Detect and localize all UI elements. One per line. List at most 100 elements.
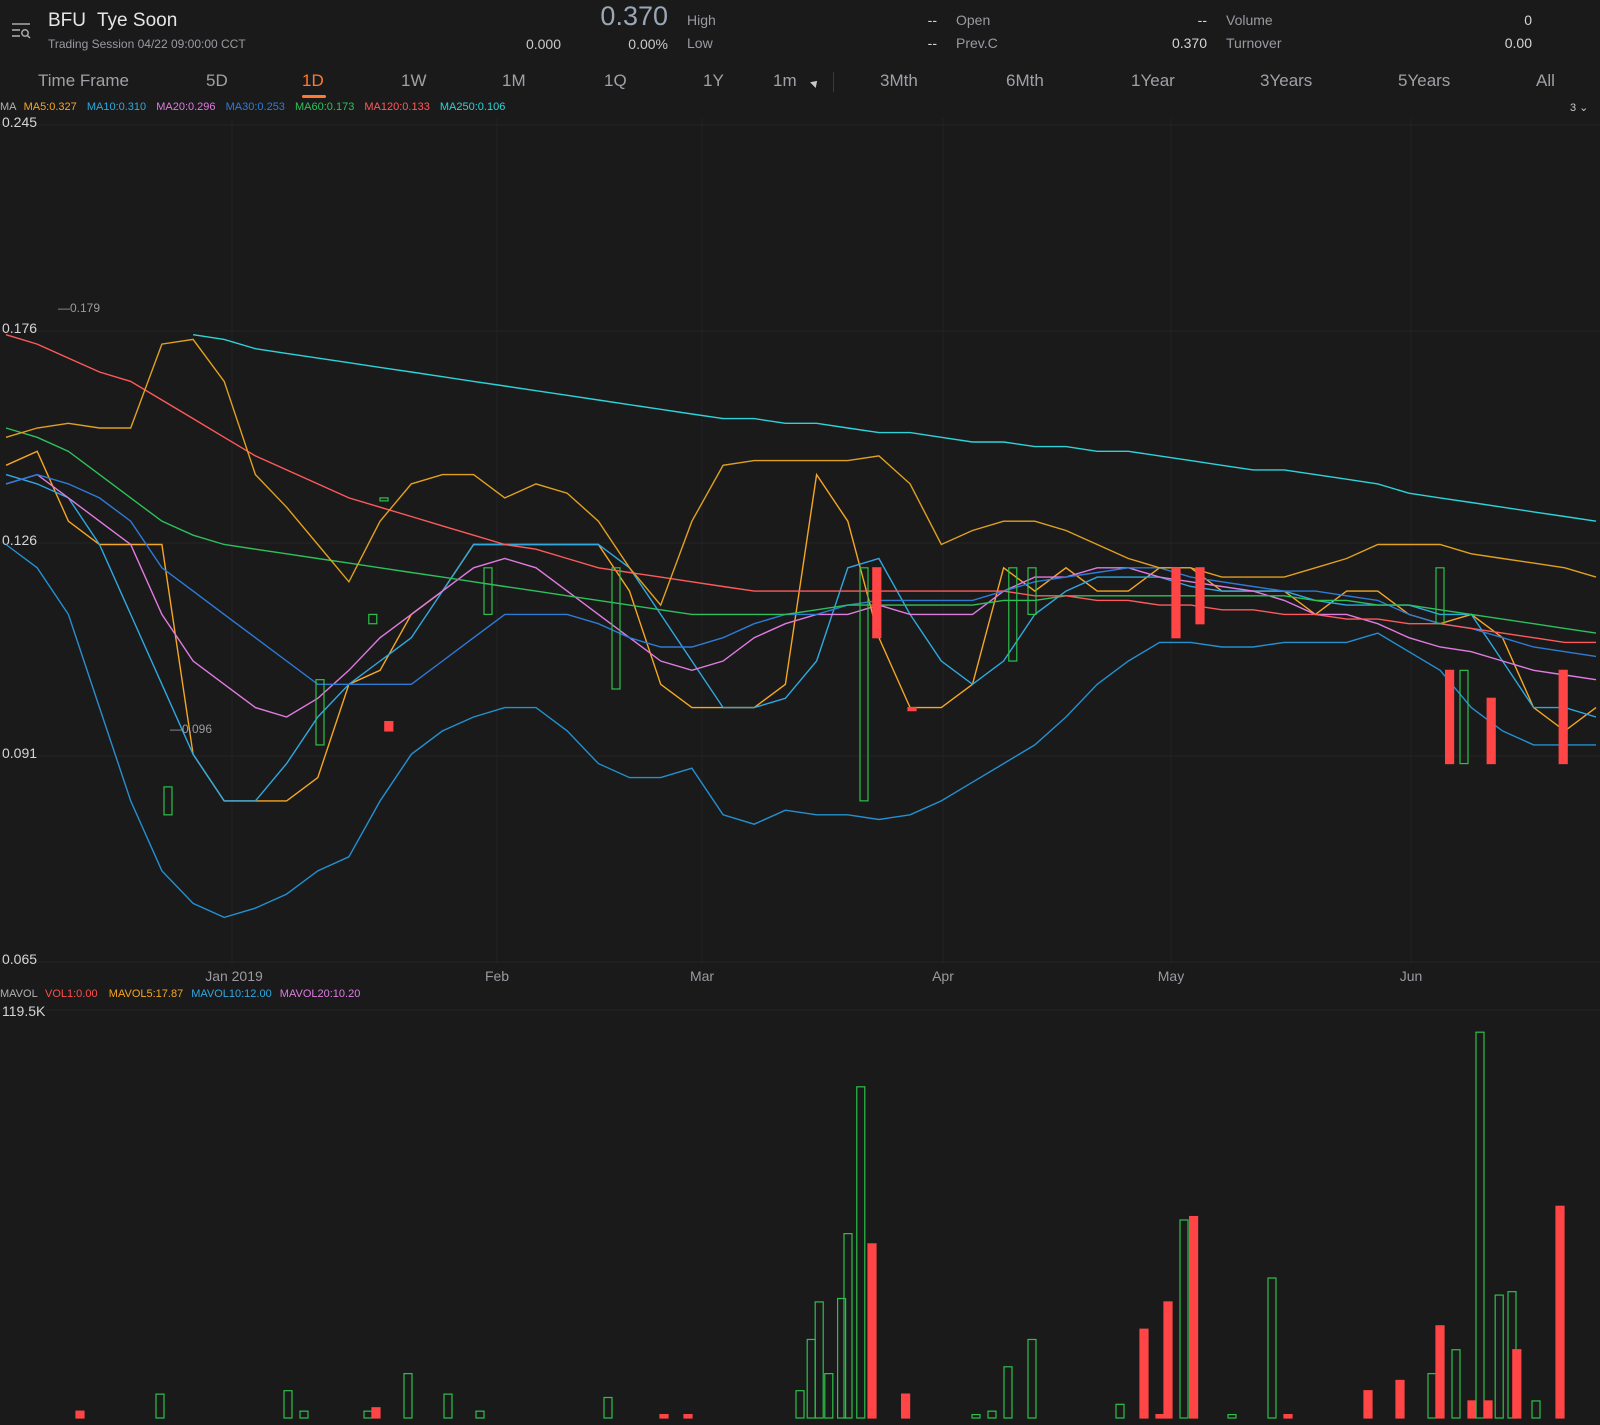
ma-legend-prefix: MA (0, 101, 17, 113)
volume-bar (1507, 1291, 1517, 1419)
candlestick (1195, 567, 1205, 625)
price-change: 0.000 (525, 36, 561, 52)
vol-legend-item: MAVOL10:12.00 (191, 988, 272, 1000)
date-axis-label: Jan 2019 (205, 968, 263, 984)
candlestick (1171, 567, 1181, 639)
volume-bar (283, 1390, 293, 1419)
tab-1year[interactable]: 1Year (1131, 71, 1175, 91)
volume-bar (1435, 1325, 1445, 1419)
tab-1d[interactable]: 1D (302, 71, 324, 91)
ma10-label: MA10:0.310 (86, 101, 147, 113)
stock-name: Tye Soon (97, 10, 178, 31)
ma20-label: MA20:0.296 (156, 101, 216, 113)
tab-5years[interactable]: 5Years (1398, 71, 1450, 91)
candlestick (872, 567, 882, 639)
open-value: -- (1197, 12, 1207, 28)
price-change-pct: 0.00% (628, 36, 668, 52)
volume-bar (867, 1243, 877, 1419)
volume-bar (1179, 1219, 1189, 1419)
volume-bar (475, 1410, 485, 1419)
volume-bar (1555, 1205, 1565, 1419)
tab-1m-minute[interactable]: 1m (773, 71, 797, 91)
volume-label: Volume (1226, 12, 1273, 28)
tab-6mth[interactable]: 6Mth (1006, 71, 1044, 91)
candlestick (1459, 669, 1469, 765)
open-label: Open (956, 12, 991, 28)
candlestick (315, 679, 325, 746)
tab-1y[interactable]: 1Y (703, 71, 724, 91)
high-value: -- (927, 12, 937, 28)
indicator-selector[interactable]: 3 ⌄ (1570, 101, 1588, 114)
tab-time-frame[interactable]: Time Frame (38, 71, 129, 91)
price-chart[interactable]: 0.245 0.176 0.126 0.091 0.065 Jan 2019 Feb Mar A… (0, 0, 1600, 1425)
series-line-ma5 (5, 450, 1597, 802)
volume-bar (1163, 1301, 1173, 1419)
tab-5d[interactable]: 5D (206, 71, 228, 91)
prev-close-value: 0.370 (1171, 35, 1207, 51)
vol-legend-item: MAVOL5:17.87 (109, 988, 183, 1000)
date-axis-label: Jun (1400, 968, 1423, 984)
low-label: Low (687, 35, 713, 51)
candlestick (368, 613, 378, 625)
tab-3mth[interactable]: 3Mth (880, 71, 918, 91)
volume-bar (1155, 1413, 1165, 1419)
low-annotation: —0.096 (170, 722, 212, 736)
candlestick (379, 497, 389, 502)
volume-bar (443, 1393, 453, 1419)
series-line-ma120 (5, 334, 1596, 644)
series-line-boll-low (5, 543, 1596, 919)
volume-bar (1267, 1277, 1277, 1419)
last-price: 0.370 (600, 1, 668, 31)
volume-bar (363, 1410, 373, 1419)
menu-search-icon[interactable] (10, 20, 32, 40)
candlestick (859, 567, 869, 802)
series-line-ma250 (192, 334, 1597, 522)
volume-bar (1027, 1338, 1037, 1419)
vol-legend-prefix: MAVOL (0, 988, 38, 1000)
date-axis-label: Apr (932, 968, 954, 984)
series-line-boll-up (5, 338, 1597, 607)
price-axis-label: 0.091 (2, 745, 37, 761)
volume-bar (1475, 1031, 1485, 1419)
quote-header: BFU Tye Soon Trading Session 04/22 09:00… (0, 0, 1600, 62)
tab-1m-month[interactable]: 1M (502, 71, 526, 91)
volume-bar (900, 1393, 911, 1419)
vol-axis-label: 119.5K (2, 1003, 46, 1019)
volume-bar (814, 1301, 824, 1419)
candlestick (1027, 567, 1037, 616)
price-axis-label: 0.065 (2, 951, 37, 967)
volume-bar (1139, 1328, 1149, 1419)
volume-bar (1395, 1379, 1405, 1419)
volume-bar (795, 1390, 805, 1419)
ma30-label: MA30:0.253 (225, 101, 285, 113)
trading-session: Trading Session 04/22 09:00:00 CCT (48, 37, 246, 51)
price-axis-label: 0.245 (2, 114, 37, 130)
candlestick (1435, 567, 1445, 625)
candlestick (384, 721, 394, 732)
volume-bar (1283, 1413, 1293, 1419)
candlestick (163, 786, 173, 816)
tab-all[interactable]: All (1536, 71, 1555, 91)
turnover-label: Turnover (1226, 35, 1282, 51)
stock-symbol: BFU (48, 10, 86, 31)
price-axis-label: 0.126 (2, 532, 37, 548)
timeframe-tabs: Time Frame 5D 1D 1W 1M 1Q 1Y 1m 3Mth 6Mt… (0, 66, 1600, 98)
series-line-ma10 (5, 473, 1597, 802)
ma-legend: MA MA5:0.327 MA10:0.310 MA20:0.296 MA30:… (0, 101, 512, 115)
tab-1w[interactable]: 1W (401, 71, 427, 91)
volume-bar (1494, 1294, 1504, 1419)
tab-3years[interactable]: 3Years (1260, 71, 1312, 91)
volume-bar (1531, 1400, 1541, 1419)
volume-bar (1451, 1349, 1461, 1419)
ma250-label: MA250:0.106 (439, 101, 506, 113)
volume-bar (1512, 1349, 1522, 1419)
volume-bar (1427, 1373, 1437, 1419)
volume-bar (1003, 1366, 1013, 1419)
tab-1q[interactable]: 1Q (604, 71, 627, 91)
volume-bar (155, 1393, 165, 1419)
series-line-ma60 (5, 427, 1597, 634)
price-axis-label: 0.176 (2, 320, 37, 336)
candlestick (1558, 669, 1568, 765)
volume-value: 0 (1524, 12, 1532, 28)
volume-bar (836, 1297, 847, 1419)
